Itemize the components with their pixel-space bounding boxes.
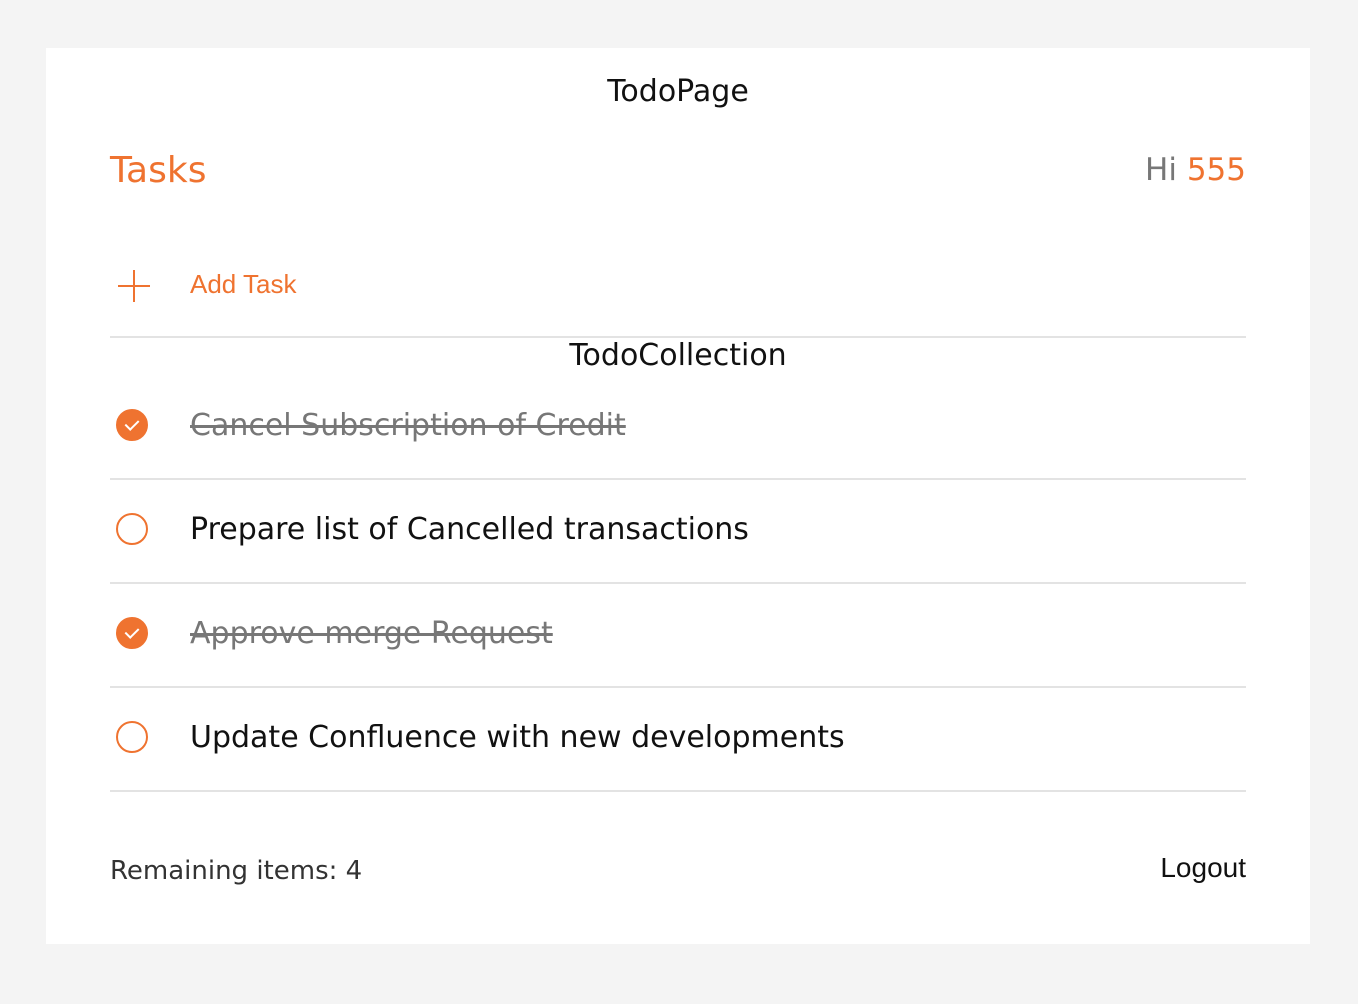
user-greeting: Hi 555 — [1145, 152, 1246, 188]
greeting-prefix: Hi — [1145, 152, 1177, 188]
todo-list: Cancel Subscription of Credit Prepare li… — [110, 376, 1246, 792]
todo-text[interactable]: Prepare list of Cancelled transactions — [190, 512, 749, 547]
collection-title: TodoCollection — [569, 338, 787, 373]
todo-checkbox[interactable] — [116, 409, 148, 441]
add-task-button[interactable]: Add Task — [110, 264, 1246, 338]
todo-item: Update Confluence with new developments — [110, 688, 1246, 792]
todo-text[interactable]: Cancel Subscription of Credit — [190, 408, 626, 443]
page-title: TodoPage — [607, 74, 749, 109]
todo-text[interactable]: Update Confluence with new developments — [190, 720, 845, 755]
todo-checkbox[interactable] — [116, 721, 148, 753]
add-task-label[interactable]: Add Task — [190, 269, 296, 300]
todo-checkbox[interactable] — [116, 617, 148, 649]
todo-item: Cancel Subscription of Credit — [110, 376, 1246, 480]
todo-item: Prepare list of Cancelled transactions — [110, 480, 1246, 584]
remaining-items-count: Remaining items: 4 — [110, 856, 363, 886]
todo-text[interactable]: Approve merge Request — [190, 616, 553, 651]
plus-icon[interactable] — [118, 270, 150, 302]
tasks-heading: Tasks — [110, 150, 207, 191]
todo-card: TodoPage Tasks Hi 555 Add Task TodoColle… — [46, 48, 1310, 944]
logout-button[interactable]: Logout — [1160, 852, 1246, 884]
todo-checkbox[interactable] — [116, 513, 148, 545]
todo-item: Approve merge Request — [110, 584, 1246, 688]
header: Tasks Hi 555 — [110, 150, 1246, 194]
footer: Remaining items: 4 Logout — [110, 852, 1246, 892]
username: 555 — [1186, 152, 1246, 188]
